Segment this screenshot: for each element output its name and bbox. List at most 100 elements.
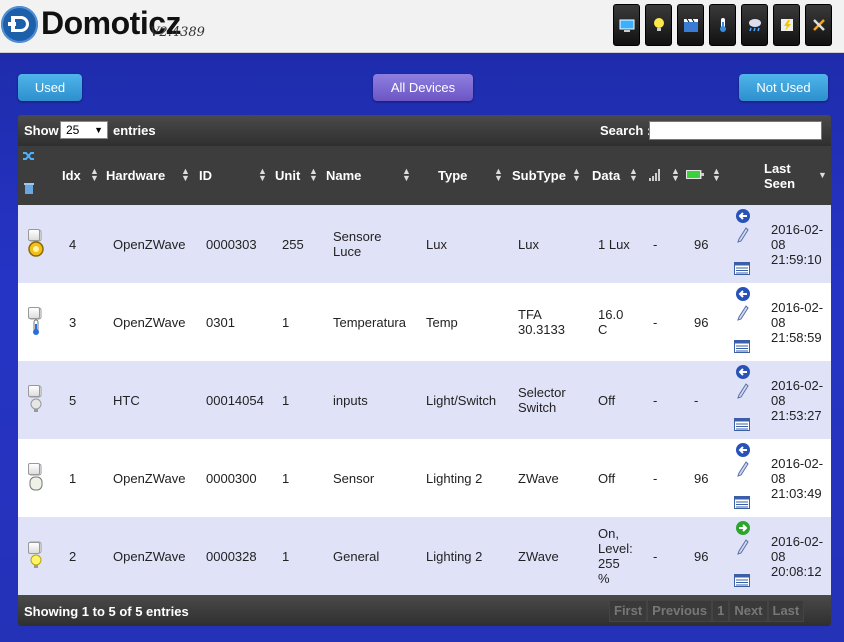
shuffle-icon[interactable] — [22, 150, 36, 162]
cell-name-line: General — [333, 548, 380, 564]
cell-data: On, Level: 255% — [598, 526, 633, 586]
timers-icon[interactable] — [734, 418, 750, 431]
cell-signal: - — [653, 548, 658, 564]
temperature-button[interactable] — [709, 4, 736, 46]
cell-last-seen-line: 2016-02- — [771, 533, 824, 549]
page-length-select[interactable]: 25 ▼ — [60, 121, 108, 139]
cell-battery: 96 — [694, 548, 709, 564]
log-arrow-icon[interactable] — [735, 520, 751, 536]
edit-pencil-icon[interactable] — [737, 383, 749, 399]
pager-first-button[interactable]: First — [609, 600, 648, 622]
sort-icon: ▲ ▼ — [712, 166, 721, 183]
cell-idx: 2 — [69, 548, 77, 564]
cell-name-line: Sensor — [333, 470, 375, 486]
table-toolbar: Show 25 ▼ entries Search : — [18, 115, 831, 146]
column-idx[interactable]: Idx — [62, 168, 81, 183]
row-checkbox[interactable] — [28, 307, 40, 319]
scenes-button[interactable] — [677, 4, 704, 46]
setup-icon — [812, 19, 825, 31]
table-row[interactable]: 2 OpenZWave 0000328 1 General Lighting 2 ZWave… — [18, 517, 831, 595]
row-checkbox[interactable] — [28, 385, 40, 397]
pager-last-button[interactable]: Last — [767, 600, 805, 622]
column-data[interactable]: Data — [592, 168, 620, 183]
table-row[interactable]: 1 OpenZWave 0000300 1 Sensor Lighting 2 ZWave O… — [18, 439, 831, 517]
version-label: V2.4389 — [150, 25, 205, 40]
cell-data: Off — [598, 471, 615, 486]
cell-type: Temp — [426, 314, 458, 330]
filter-all-devices-button[interactable]: All Devices — [373, 74, 473, 101]
table-row[interactable]: 4 OpenZWave 0000303 255 Sensore Luce Lux Lux 1 L… — [18, 205, 831, 283]
pager-page-1-button[interactable]: 1 — [712, 600, 730, 622]
utility-icon — [780, 19, 793, 31]
cell-last-seen-line: 08 — [771, 548, 786, 564]
sort-icon: ▲ ▼ — [572, 166, 581, 183]
cell-unit: 255 — [282, 236, 304, 252]
log-arrow-icon[interactable] — [735, 442, 751, 458]
cell-id: 0000328 — [206, 548, 257, 564]
cell-data: 16.0 C — [598, 307, 623, 337]
cell-hardware: HTC — [113, 392, 140, 408]
cell-name: inputs — [333, 393, 368, 408]
dashboard-button[interactable] — [613, 4, 640, 46]
cell-data: Off — [598, 393, 615, 408]
signal-level-icon[interactable] — [648, 168, 662, 181]
log-arrow-icon[interactable] — [735, 208, 751, 224]
column-id[interactable]: ID — [199, 168, 212, 183]
column-last-seen-line1: Last — [764, 161, 791, 176]
cell-id: 0000303 — [206, 236, 257, 252]
cell-signal: - — [653, 314, 658, 330]
cell-last-seen-line: 2016-02- — [771, 455, 824, 471]
column-type[interactable]: Type — [438, 168, 467, 183]
search-input[interactable] — [649, 121, 822, 140]
edit-pencil-icon[interactable] — [737, 227, 749, 243]
cell-unit: 1 — [282, 392, 290, 408]
cell-data-line: % — [598, 571, 610, 586]
cell-last-seen-line: 08 — [771, 470, 786, 486]
battery-level-icon[interactable] — [686, 170, 704, 179]
edit-pencil-icon[interactable] — [737, 539, 749, 555]
pager-next-button[interactable]: Next — [729, 600, 768, 622]
setup-button[interactable] — [805, 4, 832, 46]
column-hardware[interactable]: Hardware — [106, 168, 165, 183]
cell-name-line: Sensore — [333, 229, 382, 244]
timers-icon[interactable] — [734, 262, 750, 275]
column-unit[interactable]: Unit — [275, 168, 300, 183]
edit-pencil-icon[interactable] — [737, 461, 749, 477]
row-checkbox[interactable] — [28, 463, 40, 475]
domoticz-logo-icon — [1, 6, 38, 43]
pager-previous-button[interactable]: Previous — [647, 600, 713, 622]
edit-pencil-icon[interactable] — [737, 305, 749, 321]
row-checkbox[interactable] — [28, 542, 40, 554]
log-arrow-icon[interactable] — [735, 364, 751, 380]
trash-icon[interactable] — [23, 182, 35, 195]
column-name[interactable]: Name — [326, 168, 361, 183]
log-arrow-icon[interactable] — [735, 286, 751, 302]
column-subtype[interactable]: SubType — [512, 168, 566, 183]
cell-last-seen-line: 21:59:10 — [771, 251, 822, 267]
cell-last-seen-line: 2016-02- — [771, 377, 824, 393]
cell-unit: 1 — [282, 470, 290, 486]
cell-idx: 3 — [69, 314, 77, 330]
table-footer: Showing 1 to 5 of 5 entries First Previo… — [18, 595, 831, 626]
timers-icon[interactable] — [734, 574, 750, 587]
weather-button[interactable] — [741, 4, 768, 46]
filter-used-button[interactable]: Used — [18, 74, 82, 101]
utility-button[interactable] — [773, 4, 800, 46]
chevron-down-icon: ▼ — [94, 125, 103, 135]
weather-icon — [748, 19, 761, 32]
filter-not-used-button[interactable]: Not Used — [739, 74, 828, 101]
sort-icon: ▲ ▼ — [309, 166, 318, 183]
table-row[interactable]: 3 OpenZWave 0301 1 Temperatura Temp TFA 30.3133… — [18, 283, 831, 361]
switches-button[interactable] — [645, 4, 672, 46]
row-checkbox[interactable] — [28, 229, 40, 241]
cell-battery: - — [694, 392, 699, 408]
cell-idx: 5 — [69, 392, 77, 408]
cell-name-line: inputs — [333, 392, 368, 408]
timers-icon[interactable] — [734, 340, 750, 353]
cell-subtype-line: Switch — [518, 400, 557, 415]
column-last-seen[interactable]: Last Seen — [764, 161, 795, 191]
timers-icon[interactable] — [734, 496, 750, 509]
cell-subtype: Selector Switch — [518, 385, 566, 415]
table-row[interactable]: 5 HTC 00014054 1 inputs Light/Switch Selector S… — [18, 361, 831, 439]
dashboard-icon — [619, 19, 634, 32]
